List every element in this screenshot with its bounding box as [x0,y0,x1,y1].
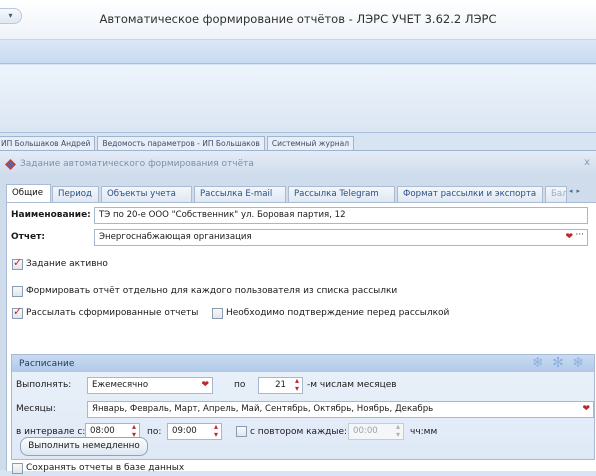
window-title: Автоматическое формирование отчётов - ЛЭ… [99,12,497,26]
schedule-title: Расписание [19,359,75,369]
months-label: Месяцы: [16,404,56,414]
per-user-checkbox[interactable] [12,286,23,297]
general-panel: Наименование: ТЭ по 20-е ООО "Собственни… [6,202,596,474]
tab-telegram[interactable]: Рассылка Telegram [288,186,395,202]
dialog-title: Задание автоматического формирования отч… [20,159,254,169]
tab-period[interactable]: Период [52,186,99,202]
report-value: Энергоснабжающая организация [99,232,252,242]
per-user-label: Формировать отчёт отдельно для каждого п… [26,286,398,296]
spinner-arrows-icon[interactable]: ▴ ▾ [396,423,400,439]
confirm-checkbox[interactable] [212,308,223,319]
run-select[interactable]: Ежемесячно ❤ [87,377,213,394]
interval-to-label: по: [147,427,162,437]
save-db-checkbox[interactable] [12,463,23,474]
doc-tab-1[interactable]: ИП Большаков Андрей [0,136,96,150]
day-value: 21 [275,380,286,390]
tab-format[interactable]: Формат рассылки и экспорта [397,186,543,202]
months-value: Январь, Февраль, Март, Апрель, Май, Сент… [92,404,434,414]
send-reports-checkbox[interactable] [12,305,23,319]
report-row: Отчет: Энергоснабжающая организация ❤ ··… [7,228,596,248]
chevron-down-icon[interactable]: ❤ [582,402,590,417]
repeat-label: с повтором каждые: [250,427,348,437]
send-row: Рассылать сформированные отчеты Необходи… [7,304,596,324]
interval-to-field[interactable]: 09:00 ▴ ▾ [167,423,222,440]
confirm-label: Необходимо подтверждение перед рассылкой [226,308,450,318]
spinner-arrows-icon[interactable]: ▴ ▾ [214,423,218,439]
schedule-header: Расписание ❄ ✻ ❄ [12,355,594,372]
chevron-down-icon[interactable]: ❤ [565,230,573,245]
task-active-row: Задание активно [7,255,596,275]
task-dialog: Задание автоматического формирования отч… [0,150,596,474]
ellipsis-button[interactable]: ··· [575,230,584,243]
tab-scroll-arrows[interactable]: ◂▸ [569,187,584,195]
per-user-row: Формировать отчёт отдельно для каждого п… [7,282,596,302]
ribbon [0,65,596,133]
doc-tab-3[interactable]: Системный журнал [266,136,355,150]
save-db-row: Сохранять отчеты в базе данных [7,462,596,476]
tab-email[interactable]: Рассылка E-mail [194,186,286,202]
chevron-down-icon[interactable]: ❤ [201,378,209,393]
task-icon [5,159,16,170]
report-label: Отчет: [11,232,45,242]
name-field[interactable]: ТЭ по 20-е ООО "Собственник" ул. Боровая… [94,207,588,224]
run-now-button[interactable]: Выполнить немедленно [20,437,148,456]
repeat-checkbox[interactable] [236,426,247,437]
repeat-field[interactable]: 00:00 ▴ ▾ [348,423,404,440]
ribbon-tab-bar [0,40,596,64]
report-select[interactable]: Энергоснабжающая организация ❤ ··· [94,229,588,246]
day-suffix: -м числам месяцев [307,380,397,390]
dialog-tabstrip: Общие Период Объекты учета Рассылка E-ma… [6,184,596,202]
run-label: Выполнять: [16,380,72,390]
repeat-unit: чч:мм [410,427,438,437]
tab-objects[interactable]: Объекты учета [101,186,192,202]
run-value: Ежемесячно [92,380,149,390]
dialog-header: Задание автоматического формирования отч… [0,151,596,179]
tab-balance[interactable]: Бала [545,186,567,202]
name-row: Наименование: ТЭ по 20-е ООО "Собственни… [7,206,596,226]
close-icon[interactable]: x [584,157,590,168]
interval-from-label: в интервале с: [16,427,86,437]
day-spinner[interactable]: 21 ▴ ▾ [258,377,303,394]
interval-to-value: 09:00 [172,426,197,436]
tab-general[interactable]: Общие [6,184,51,202]
title-bar: ▾ Автоматическое формирование отчётов - … [0,0,596,40]
name-label: Наименование: [11,210,91,220]
doc-tab-2[interactable]: Ведомость параметров - ИП Большаков [97,136,265,150]
interval-from-value: 08:00 [90,426,115,436]
document-tabs: ИП Большаков Андрей Ведомость параметров … [0,136,596,150]
task-active-checkbox[interactable] [12,256,23,270]
months-select[interactable]: Январь, Февраль, Март, Апрель, Май, Сент… [87,401,594,418]
send-reports-label: Рассылать сформированные отчеты [26,308,199,318]
snowflake-icon: ❄ ✻ ❄ [531,355,586,371]
by-label: по [234,380,246,390]
spinner-arrows-icon[interactable]: ▴ ▾ [295,377,299,393]
schedule-group: Расписание ❄ ✻ ❄ Выполнять: Ежемесячно ❤… [11,354,595,460]
save-db-label: Сохранять отчеты в базе данных [26,463,185,473]
task-active-label: Задание активно [26,259,108,269]
repeat-value: 00:00 [353,426,378,436]
